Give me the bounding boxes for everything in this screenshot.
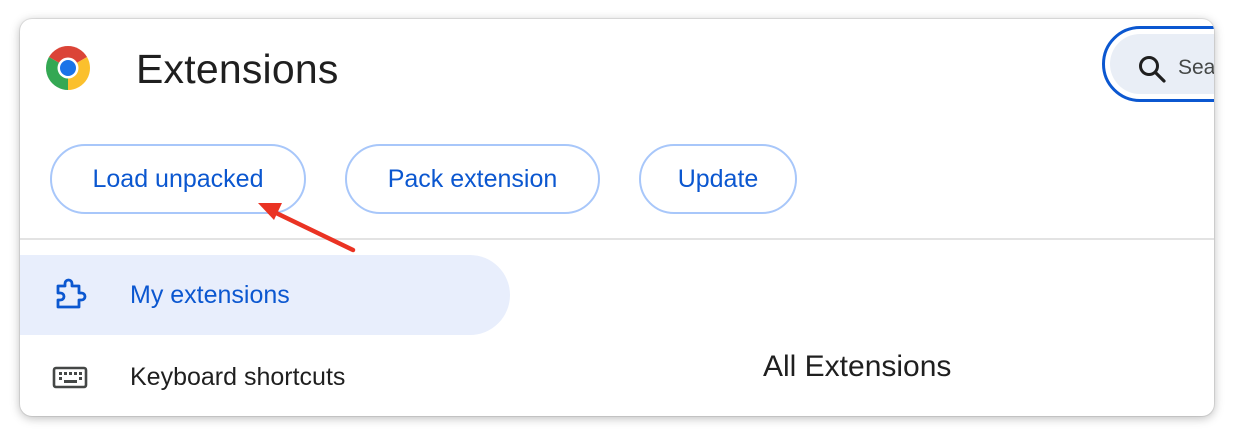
toolbar-divider — [20, 238, 1214, 240]
sidebar-item-my-extensions[interactable]: My extensions — [20, 255, 510, 335]
sidebar-item-label: Keyboard shortcuts — [130, 363, 346, 391]
search-icon[interactable] — [1137, 54, 1167, 84]
search-box[interactable] — [1102, 26, 1214, 102]
section-title: All Extensions — [763, 350, 952, 383]
update-button[interactable]: Update — [639, 144, 797, 214]
puzzle-piece-icon — [56, 278, 87, 309]
page-title: Extensions — [136, 46, 339, 92]
search-field-background[interactable] — [1110, 34, 1214, 94]
search-input[interactable] — [1178, 50, 1214, 86]
load-unpacked-button[interactable]: Load unpacked — [50, 144, 306, 214]
sidebar-item-keyboard-shortcuts[interactable]: Keyboard shortcuts — [20, 337, 510, 416]
pack-extension-button[interactable]: Pack extension — [345, 144, 600, 214]
extensions-window: Extensions Load unpacked Pack extension … — [20, 19, 1214, 416]
keyboard-icon — [52, 366, 88, 389]
chrome-logo-icon — [46, 46, 90, 90]
sidebar-item-label: My extensions — [130, 281, 290, 309]
